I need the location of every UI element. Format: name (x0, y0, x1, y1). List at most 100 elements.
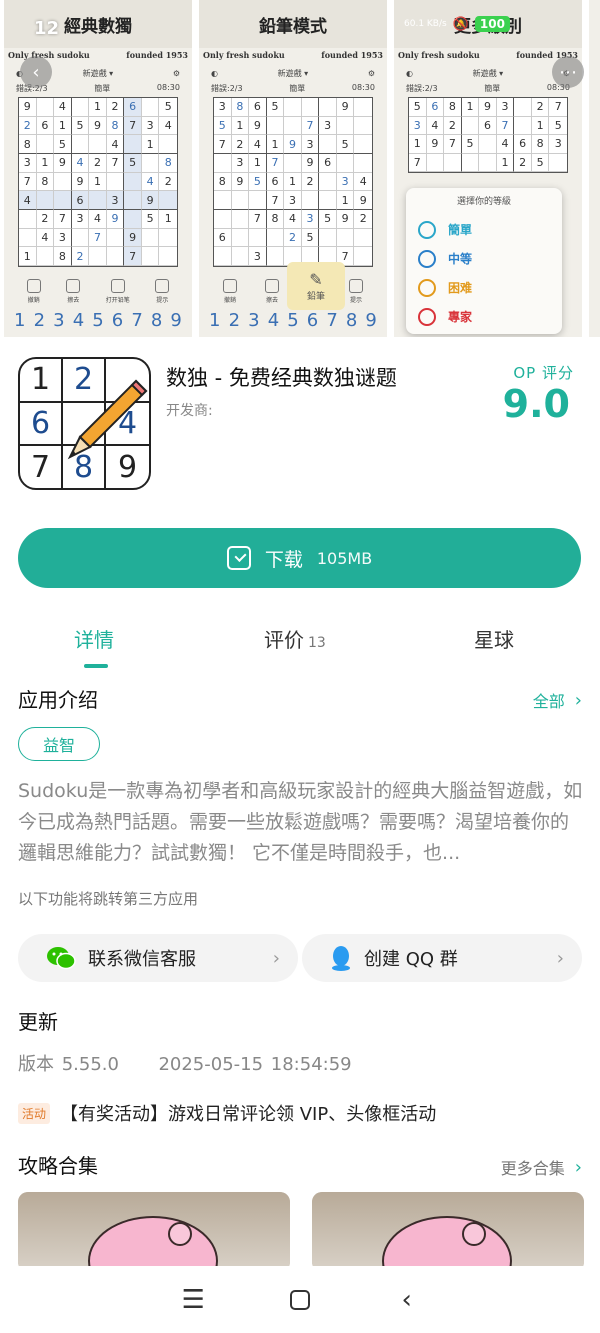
sudoku-cell (319, 228, 337, 248)
new-game-label: 新遊戲 ▾ (277, 69, 309, 78)
sudoku-cell (319, 98, 337, 117)
sudoku-cell: 3 (301, 209, 320, 229)
sudoku-cell (354, 154, 372, 173)
status-bar-right: 60.1 KB/s 🔕 100 (404, 16, 510, 32)
activity-text: 【有奖活动】游戏日常评论领 VIP、头像框活动 (60, 1104, 437, 1125)
sudoku-cell (124, 135, 142, 154)
sudoku-cell (336, 153, 355, 173)
screenshot-4-partial[interactable] (589, 0, 600, 337)
sudoku-cell: 2 (106, 98, 125, 117)
sudoku-cell: 5 (159, 98, 177, 117)
sudoku-cell (89, 191, 107, 210)
score-value: 9.0 (502, 382, 570, 426)
update-title: 更新 (18, 1010, 58, 1034)
sudoku-cell: 7 (409, 153, 427, 172)
number-key: 5 (92, 310, 104, 331)
menu-icon[interactable]: ☰ (173, 1280, 213, 1320)
brand-year: founded 1953 (126, 50, 188, 60)
sudoku-cell: 2 (159, 173, 177, 192)
sudoku-cell (479, 135, 497, 154)
guide-card[interactable] (312, 1192, 584, 1272)
sudoku-cell: 9 (336, 209, 355, 229)
qq-group-button[interactable]: 创建 QQ 群 › (302, 934, 582, 982)
tab-reviews[interactable]: 评价 13 (264, 624, 326, 653)
intro-all-link[interactable]: 全部 › (533, 688, 582, 712)
sudoku-cell (214, 247, 232, 266)
sudoku-cell: 1 (89, 172, 107, 192)
third-party-note: 以下功能将跳转第三方应用 (18, 890, 199, 908)
screenshot-1[interactable]: 經典數獨 Only fresh sudoku founded 1953 ◐ 新遊… (4, 0, 192, 337)
sudoku-cell: 3 (71, 209, 90, 229)
activity-badge: 活动 (18, 1102, 51, 1124)
level-picker: 選擇你的等級 簡單 中等 困难 專家 (406, 188, 562, 334)
sudoku-cell: 6 (319, 153, 337, 173)
screenshot-2[interactable]: 鉛筆模式 Only fresh sudoku founded 1953 ◐ 新遊… (199, 0, 387, 337)
sudoku-cell: 4 (354, 173, 372, 192)
sudoku-cell (19, 228, 37, 248)
sudoku-cell: 3 (496, 98, 515, 117)
sudoku-cell: 5 (409, 98, 427, 117)
sudoku-cell: 1 (141, 135, 160, 154)
sudoku-cell (214, 153, 232, 173)
home-icon[interactable] (280, 1280, 320, 1320)
angry-face-icon (418, 307, 436, 326)
number-key: 1 (14, 310, 26, 331)
sudoku-cell: 9 (354, 191, 372, 210)
category-tag[interactable]: 益智 (18, 727, 100, 761)
undo-action: 撤銷 (223, 279, 237, 304)
sudoku-cell: 9 (231, 172, 250, 192)
sudoku-cell (354, 98, 372, 117)
sudoku-cell: 2 (354, 210, 372, 229)
screenshot-carousel[interactable]: 經典數獨 Only fresh sudoku founded 1953 ◐ 新遊… (0, 0, 600, 337)
sudoku-board: 3865951973724193531796895612347319784359… (213, 97, 373, 267)
sudoku-cell: 6 (249, 98, 267, 117)
guides-more-link[interactable]: 更多合集 › (501, 1155, 582, 1179)
number-key: 8 (150, 310, 163, 331)
sudoku-cell: 6 (124, 98, 142, 117)
sudoku-cell (336, 228, 355, 248)
tab-details[interactable]: 详情 (74, 624, 114, 653)
sudoku-cell (54, 191, 72, 210)
hint-action: 提示 (155, 279, 170, 304)
download-button[interactable]: 下载 105MB (18, 528, 581, 588)
sudoku-cell: 9 (71, 172, 90, 192)
sudoku-cell: 9 (106, 209, 125, 229)
wechat-service-button[interactable]: 联系微信客服 › (18, 934, 298, 982)
sudoku-cell (444, 153, 462, 172)
active-tab-indicator (84, 664, 108, 668)
guide-card[interactable] (18, 1192, 290, 1272)
activity-banner[interactable]: 活动 【有奖活动】游戏日常评论领 VIP、头像框活动 (18, 1100, 436, 1126)
screenshot-3[interactable]: 更多級別 Only fresh sudoku founded 1953 ◐ 新遊… (394, 0, 582, 337)
number-key: 5 (287, 310, 299, 331)
sudoku-cell: 3 (319, 116, 337, 136)
sudoku-cell (319, 172, 337, 192)
sudoku-cell: 9 (19, 98, 37, 117)
download-size: 105MB (316, 548, 373, 568)
sudoku-cell: 3 (54, 228, 72, 248)
sudoku-cell: 4 (19, 191, 37, 210)
version-number: 版本 5.55.0 (18, 1054, 119, 1075)
sudoku-cell: 3 (409, 116, 427, 135)
palette-icon: ◐ (406, 69, 413, 78)
sudoku-cell (249, 191, 267, 210)
more-icon[interactable]: ⋯ (552, 56, 584, 88)
sudoku-cell (231, 228, 250, 248)
settings-icon: ⚙ (367, 69, 375, 78)
sudoku-cell: 6 (266, 172, 285, 192)
sudoku-cell: 7 (124, 247, 142, 266)
sudoku-cell (36, 247, 55, 266)
sudoku-cell (301, 98, 320, 117)
tab-planet[interactable]: 星球 (474, 624, 514, 653)
sudoku-cell (19, 209, 37, 229)
sudoku-cell (124, 191, 142, 210)
sudoku-cell (354, 247, 372, 266)
sudoku-cell: 5 (141, 209, 160, 229)
sudoku-cell: 3 (106, 191, 125, 210)
back-nav-icon[interactable]: ‹ (387, 1280, 427, 1320)
sudoku-cell: 7 (444, 135, 462, 154)
number-key: 2 (33, 310, 46, 331)
sudoku-cell (71, 98, 90, 117)
timer-label: 08:30 (351, 83, 375, 92)
back-icon[interactable]: ‹ (20, 56, 52, 88)
sudoku-cell (336, 116, 355, 136)
